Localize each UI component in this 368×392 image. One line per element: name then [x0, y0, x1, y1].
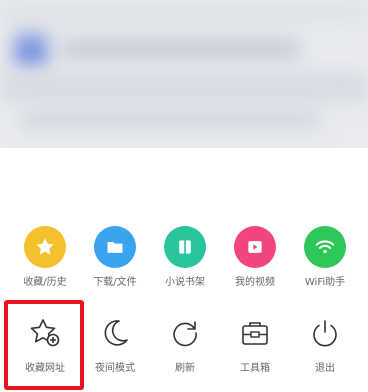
- menu-item-wifi-assistant[interactable]: WiFi助手: [288, 226, 362, 290]
- browser-menu-screen: 收藏/历史 下载/文件 小说书架 我的视频 WiFi助手 收藏网址 夜间模式 刷…: [0, 0, 368, 392]
- menu-item-label: 我的视频: [235, 277, 275, 288]
- tool-exit[interactable]: 退出: [288, 314, 362, 376]
- menu-sheet: 收藏/历史 下载/文件 小说书架 我的视频 WiFi助手 收藏网址 夜间模式 刷…: [0, 148, 368, 392]
- menu-item-favorites-history[interactable]: 收藏/历史: [8, 226, 82, 290]
- refresh-icon: [166, 314, 204, 352]
- tool-label: 工具箱: [240, 363, 270, 374]
- blurred-page-background: [0, 0, 368, 148]
- tool-label: 刷新: [175, 363, 195, 374]
- wifi-icon: [304, 226, 346, 268]
- tool-refresh[interactable]: 刷新: [148, 314, 222, 376]
- menu-item-label: 收藏/历史: [23, 277, 67, 288]
- highlight-box: [4, 300, 84, 390]
- tool-label: 夜间模式: [95, 363, 135, 374]
- menu-item-label: 小说书架: [165, 277, 205, 288]
- tool-night-mode[interactable]: 夜间模式: [78, 314, 152, 376]
- folder-icon: [94, 226, 136, 268]
- menu-item-label: 下载/文件: [93, 277, 137, 288]
- toolbox-icon: [236, 314, 274, 352]
- moon-icon: [96, 314, 134, 352]
- menu-item-novel-shelf[interactable]: 小说书架: [148, 226, 222, 290]
- tool-toolbox[interactable]: 工具箱: [218, 314, 292, 376]
- menu-item-my-videos[interactable]: 我的视频: [218, 226, 292, 290]
- power-icon: [306, 314, 344, 352]
- play-icon: [234, 226, 276, 268]
- menu-item-label: WiFi助手: [304, 277, 346, 288]
- book-icon: [164, 226, 206, 268]
- menu-item-downloads-files[interactable]: 下载/文件: [78, 226, 152, 290]
- tool-label: 退出: [315, 363, 335, 374]
- star-icon: [24, 226, 66, 268]
